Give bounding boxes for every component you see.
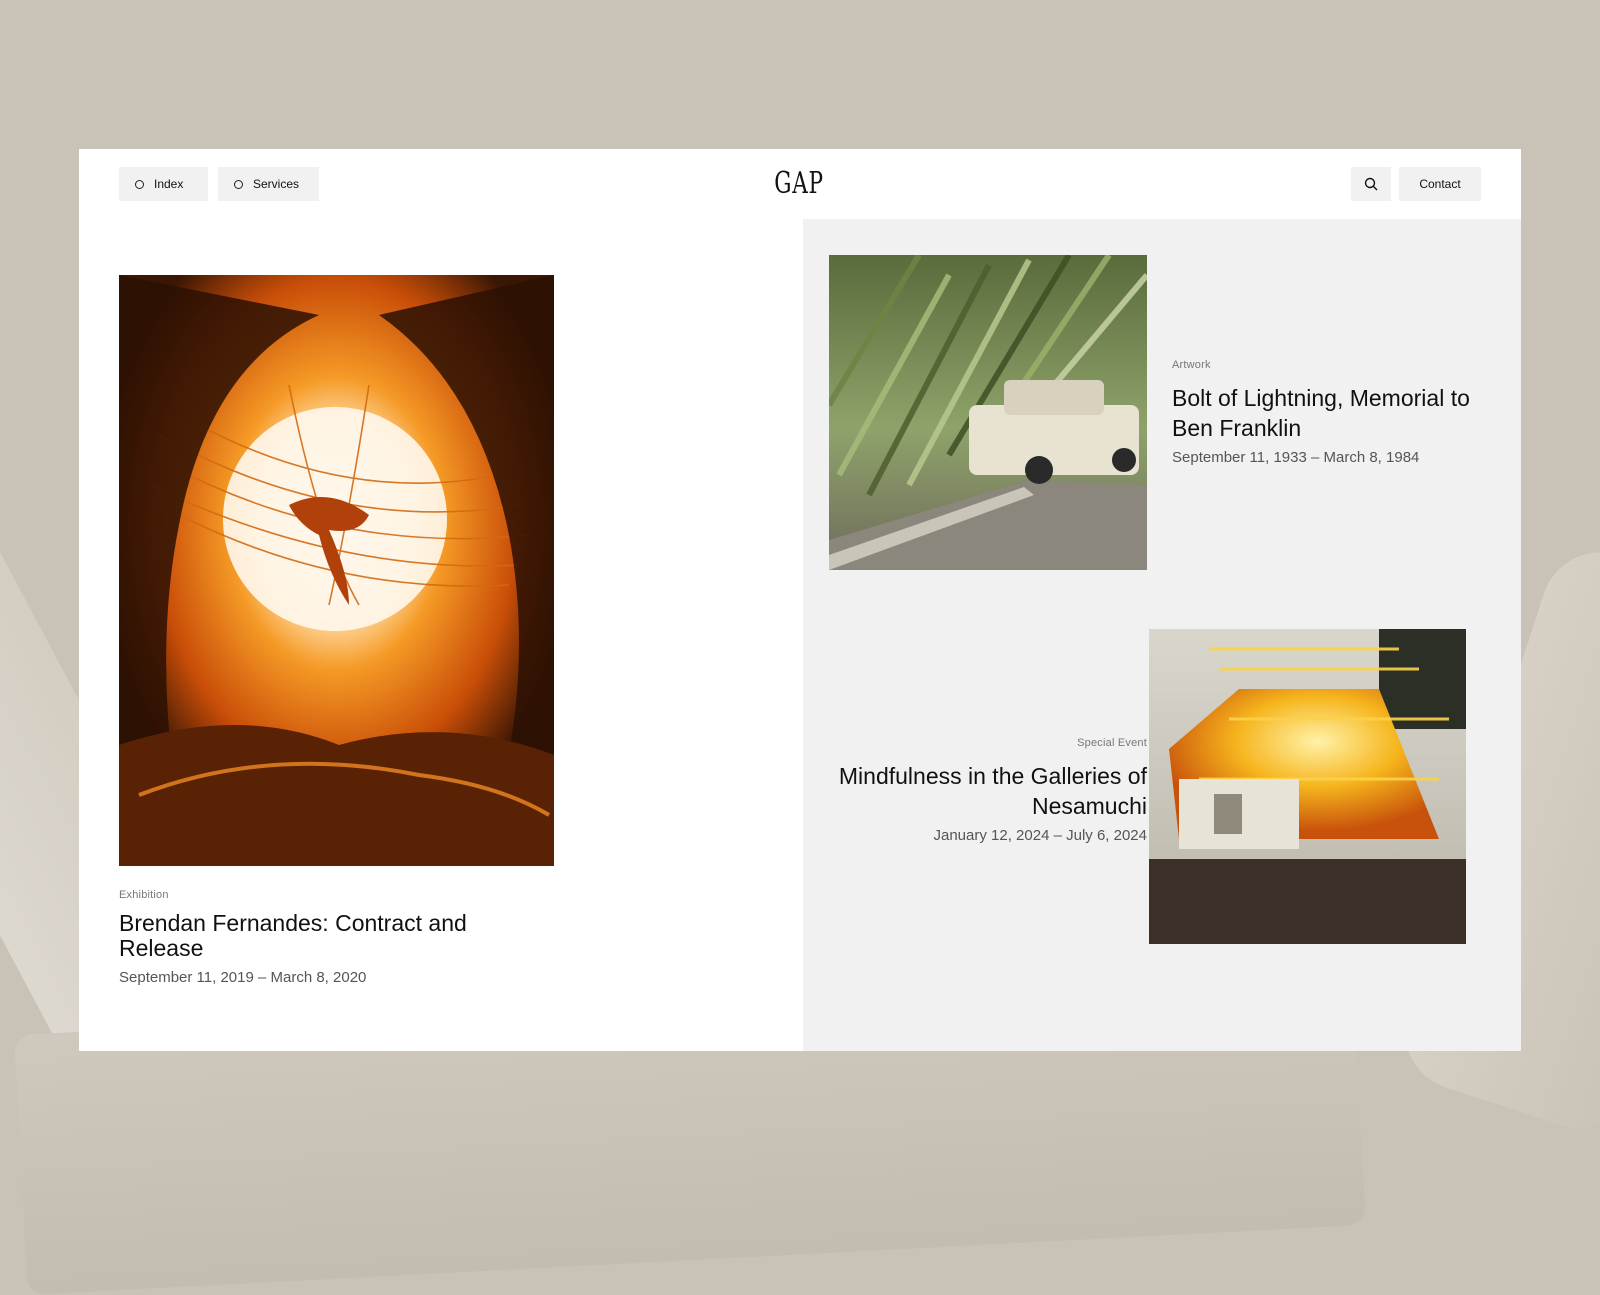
- nav-services-button[interactable]: Services: [218, 167, 319, 201]
- circle-icon: [234, 179, 243, 189]
- card-image-car[interactable]: [829, 255, 1147, 570]
- featured-title[interactable]: Brendan Fernandes: Contract and Release: [119, 911, 479, 961]
- card-title[interactable]: Mindfulness in the Galleries of Nesamuch…: [823, 761, 1147, 821]
- card-artwork-info: Artwork Bolt of Lightning, Memorial to B…: [1172, 359, 1472, 466]
- featured-info: Exhibition Brendan Fernandes: Contract a…: [119, 889, 479, 986]
- site-logo[interactable]: GAP: [764, 167, 833, 201]
- top-navigation: Index Services GAP Contact: [79, 149, 1521, 219]
- featured-image[interactable]: [119, 275, 554, 866]
- search-button[interactable]: [1351, 167, 1391, 201]
- card-image-burning-house[interactable]: [1149, 629, 1466, 944]
- card-category: Special Event: [1077, 737, 1147, 749]
- website-frame: Artwork Bolt of Lightning, Memorial to B…: [79, 149, 1521, 1051]
- card-dates: September 11, 1933 – March 8, 1984: [1172, 449, 1420, 466]
- search-icon: [1364, 177, 1378, 191]
- nav-index-label: Index: [154, 177, 184, 191]
- featured-cards-panel: Artwork Bolt of Lightning, Memorial to B…: [803, 219, 1521, 1051]
- nav-services-label: Services: [253, 177, 300, 191]
- card-event-info: Special Event Mindfulness in the Galleri…: [823, 737, 1147, 844]
- contact-button[interactable]: Contact: [1399, 167, 1481, 201]
- card-dates: January 12, 2024 – July 6, 2024: [933, 827, 1148, 844]
- nav-index-button[interactable]: Index: [119, 167, 208, 201]
- card-category: Artwork: [1172, 359, 1211, 371]
- circle-icon: [135, 179, 144, 189]
- featured-dates: September 11, 2019 – March 8, 2020: [119, 969, 367, 986]
- featured-category: Exhibition: [119, 889, 169, 901]
- card-title[interactable]: Bolt of Lightning, Memorial to Ben Frank…: [1172, 383, 1472, 443]
